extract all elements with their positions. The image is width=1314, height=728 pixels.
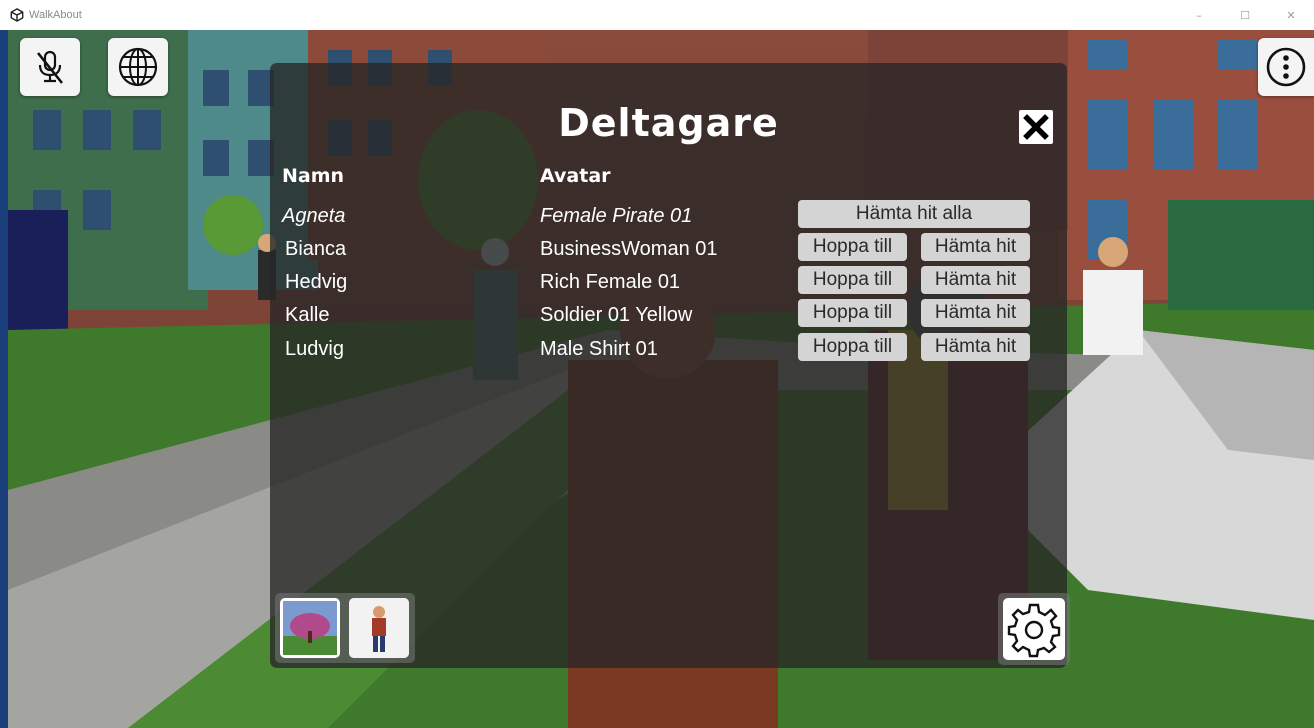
jump-to-button[interactable]: Hoppa till <box>798 299 907 327</box>
thumbnail-bar <box>275 593 415 663</box>
more-menu-button[interactable] <box>1258 38 1314 96</box>
window-title: WalkAbout <box>29 9 82 21</box>
participants-panel: Deltagare Namn Avatar Agneta Female Pira… <box>270 63 1070 668</box>
settings-button[interactable] <box>1003 598 1065 660</box>
game-viewport[interactable]: Deltagare Namn Avatar Agneta Female Pira… <box>8 30 1314 728</box>
participant-name: Agneta <box>282 205 346 227</box>
participant-row: Ludvig Male Shirt 01 Hoppa till Hämta hi… <box>270 333 1067 364</box>
participant-row: Bianca BusinessWoman 01 Hoppa till Hämta… <box>270 233 1067 264</box>
participant-row: Agneta Female Pirate 01 Hämta hit alla <box>270 200 1067 231</box>
window-border <box>0 30 8 728</box>
avatar-thumbnail-icon <box>349 598 409 658</box>
avatar-column-header: Avatar <box>540 165 611 187</box>
language-button[interactable] <box>108 38 168 96</box>
participant-name: Ludvig <box>285 338 344 360</box>
jump-to-button[interactable]: Hoppa till <box>798 333 907 361</box>
participant-avatar: BusinessWoman 01 <box>540 238 718 260</box>
more-vertical-icon <box>1266 47 1306 87</box>
globe-icon <box>118 47 158 87</box>
close-window-button[interactable]: ✕ <box>1268 0 1314 30</box>
jump-to-button[interactable]: Hoppa till <box>798 266 907 294</box>
window-titlebar: WalkAbout – ☐ ✕ <box>0 0 1314 31</box>
participant-name: Kalle <box>285 304 330 326</box>
avatar-select-button[interactable] <box>349 598 409 658</box>
mic-muted-icon <box>36 50 64 84</box>
settings-box <box>998 593 1070 665</box>
participant-row: Hedvig Rich Female 01 Hoppa till Hämta h… <box>270 266 1067 297</box>
unity-logo-icon <box>10 8 24 22</box>
fetch-here-button[interactable]: Hämta hit <box>921 299 1030 327</box>
fetch-here-button[interactable]: Hämta hit <box>921 266 1030 294</box>
close-x-icon <box>1023 114 1049 140</box>
name-column-header: Namn <box>282 165 345 187</box>
participant-avatar: Soldier 01 Yellow <box>540 304 693 326</box>
participant-row: Kalle Soldier 01 Yellow Hoppa till Hämta… <box>270 299 1067 330</box>
participant-avatar: Male Shirt 01 <box>540 338 658 360</box>
fetch-all-button[interactable]: Hämta hit alla <box>798 200 1030 228</box>
participant-name: Bianca <box>285 238 347 260</box>
fetch-here-button[interactable]: Hämta hit <box>921 233 1030 261</box>
jump-to-button[interactable]: Hoppa till <box>798 233 907 261</box>
panel-title: Deltagare <box>558 101 779 145</box>
maximize-button[interactable]: ☐ <box>1222 0 1268 30</box>
gear-icon <box>1007 603 1061 658</box>
minimize-button[interactable]: – <box>1176 0 1222 30</box>
scene-thumbnail-icon <box>283 601 337 655</box>
participant-avatar: Rich Female 01 <box>540 271 681 293</box>
participant-avatar: Female Pirate 01 <box>540 205 693 227</box>
participant-name: Hedvig <box>285 271 348 293</box>
fetch-here-button[interactable]: Hämta hit <box>921 333 1030 361</box>
scene-select-button[interactable] <box>280 598 340 658</box>
mute-microphone-button[interactable] <box>20 38 80 96</box>
close-panel-button[interactable] <box>1019 110 1053 144</box>
